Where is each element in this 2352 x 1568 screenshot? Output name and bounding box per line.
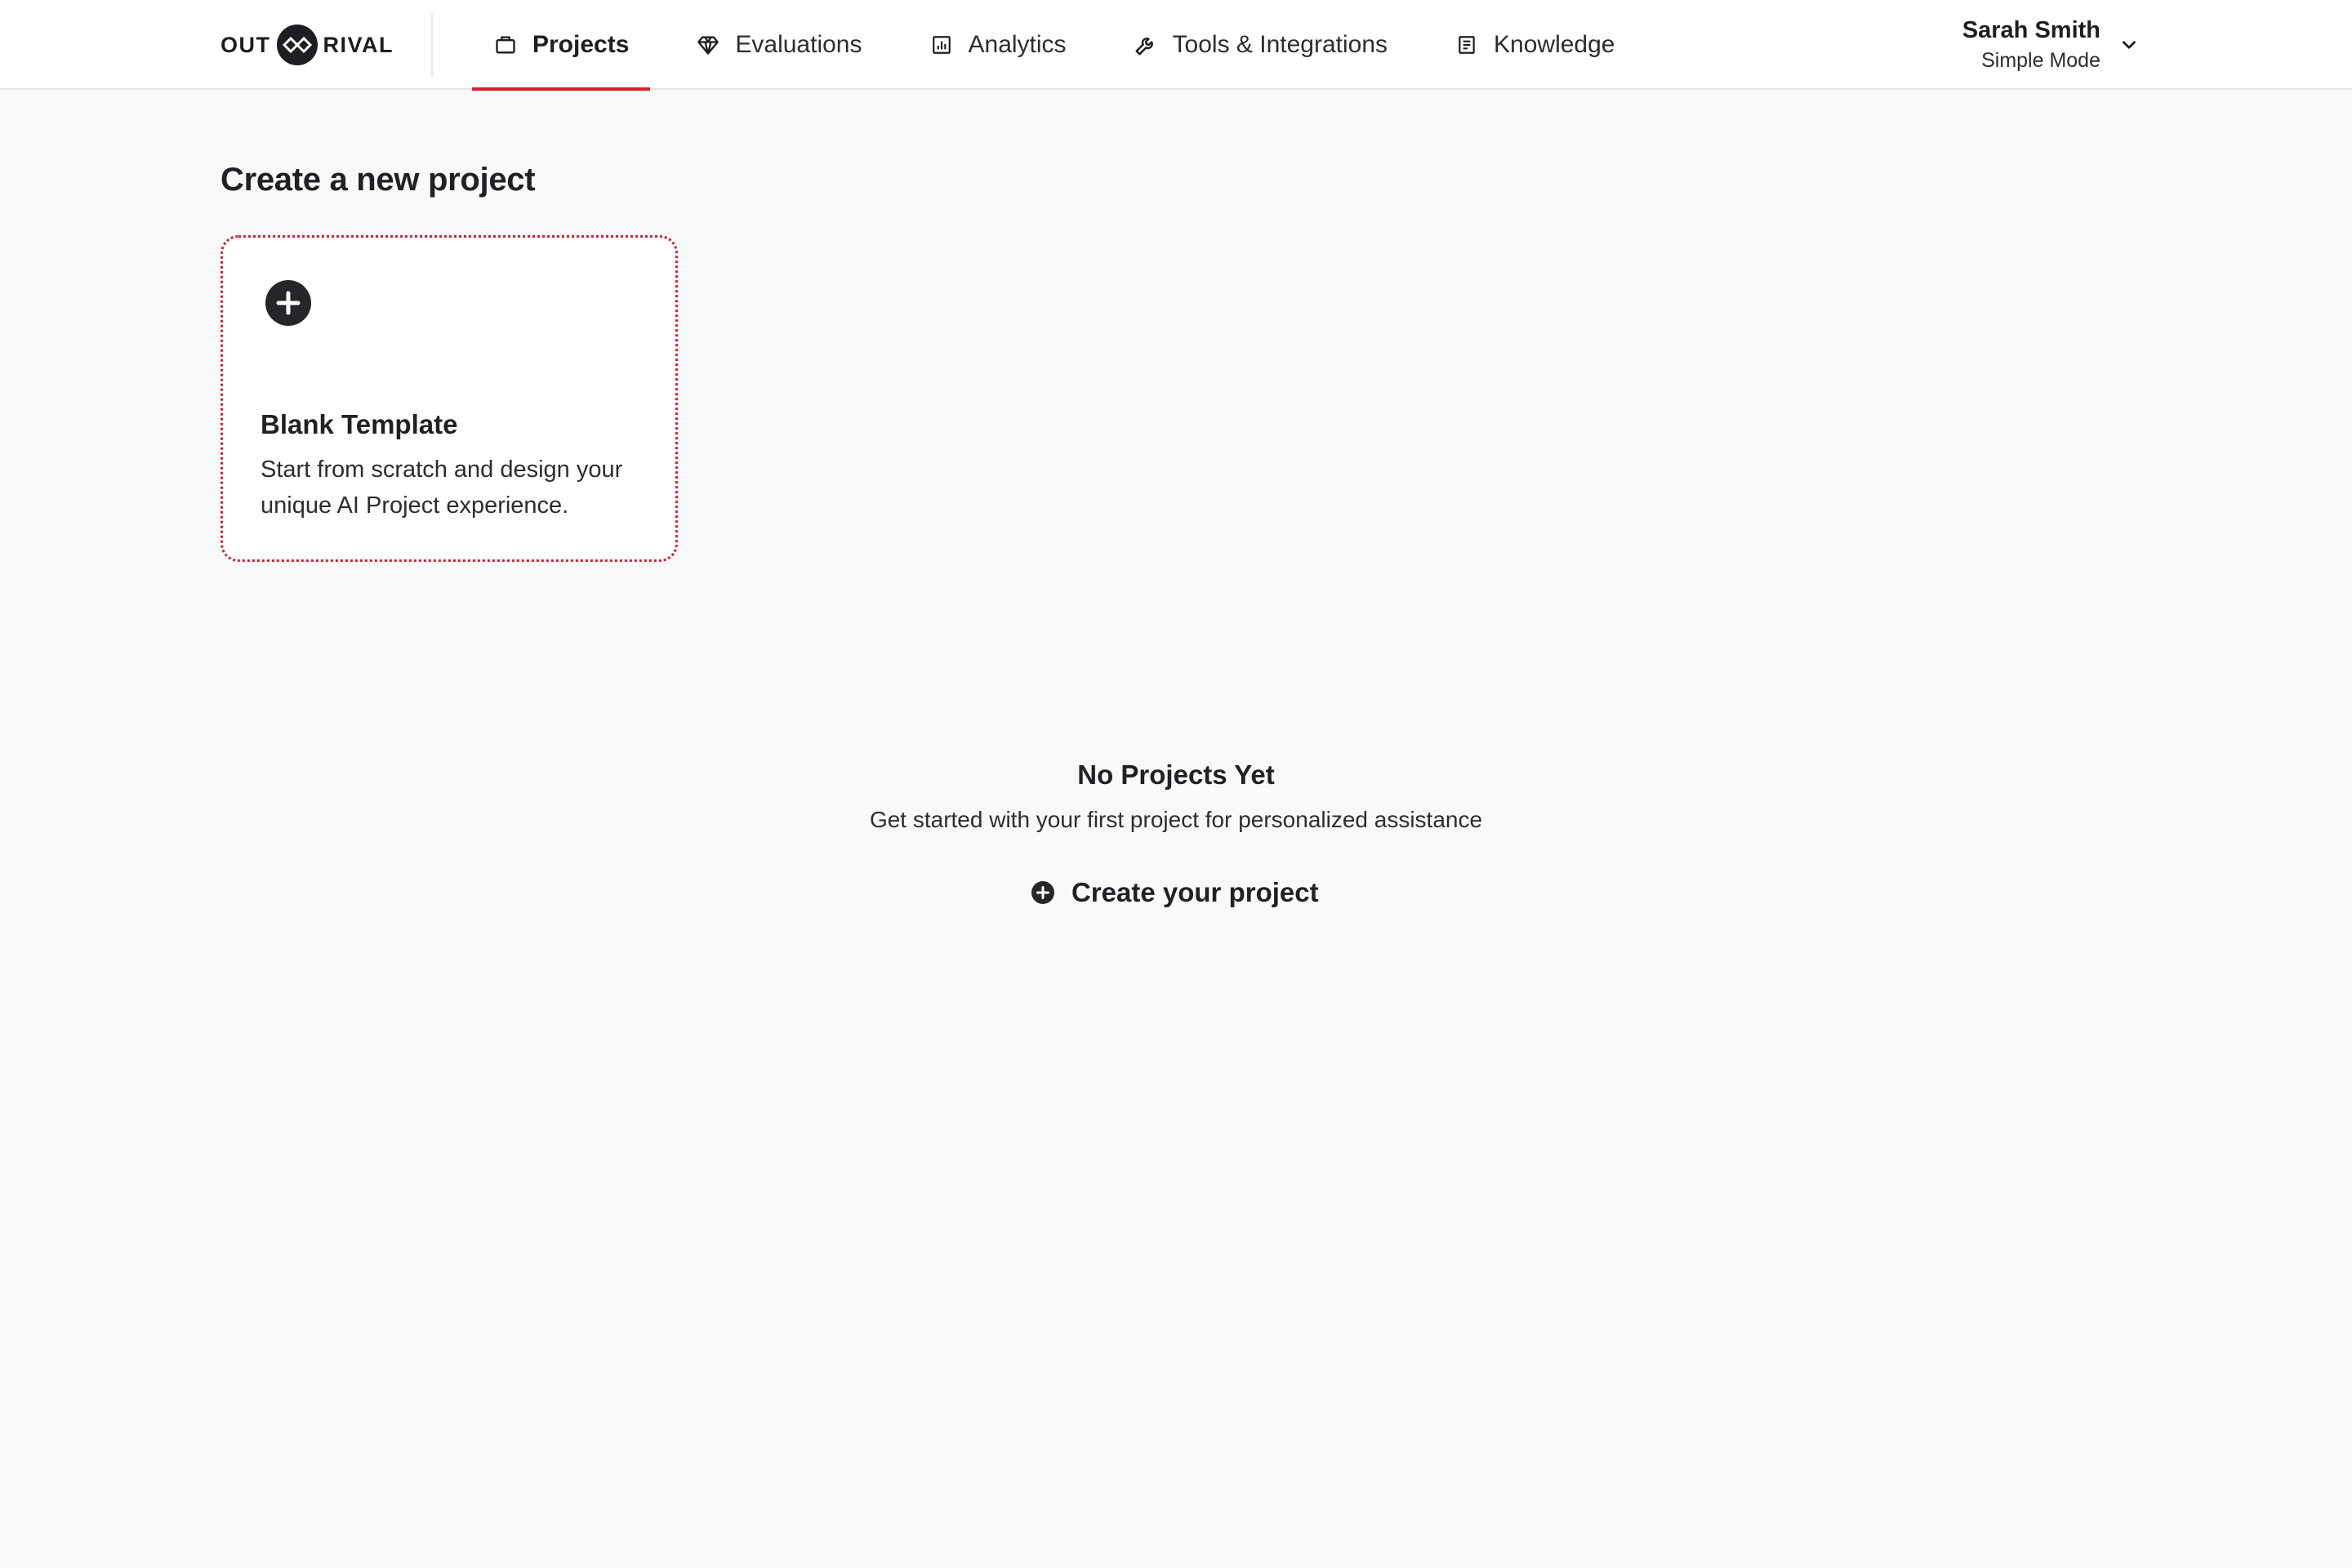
user-mode: Simple Mode: [1981, 49, 2100, 72]
tab-evaluations[interactable]: Evaluations: [675, 0, 883, 90]
chevron-down-icon[interactable]: [2118, 34, 2140, 56]
bar-chart-icon: [929, 33, 954, 57]
tab-analytics-label: Analytics: [968, 31, 1067, 58]
section-title: Create a new project: [220, 162, 536, 198]
tab-analytics[interactable]: Analytics: [908, 0, 1088, 90]
wrench-icon: [1134, 33, 1158, 57]
logo-mark-icon: [276, 24, 318, 65]
header-divider: [431, 13, 433, 77]
document-icon: [1454, 33, 1479, 57]
blank-template-title: Blank Template: [261, 409, 458, 439]
briefcase-icon: [493, 33, 518, 57]
logo-text-left: OUT: [220, 32, 271, 57]
tab-knowledge-label: Knowledge: [1494, 31, 1615, 58]
user-name: Sarah Smith: [1962, 17, 2100, 43]
tab-tools-integrations-label: Tools & Integrations: [1172, 31, 1388, 58]
diamond-icon: [696, 33, 720, 57]
create-project-button[interactable]: Create your project: [1031, 872, 1319, 913]
tab-projects[interactable]: Projects: [472, 0, 651, 91]
main-nav: Projects Evaluations Analytics Tools & I…: [472, 0, 1660, 91]
blank-template-description: Start from scratch and design your uniqu…: [261, 457, 623, 519]
tab-tools-integrations[interactable]: Tools & Integrations: [1112, 0, 1409, 90]
plus-circle-icon: [1031, 881, 1054, 904]
create-project-label: Create your project: [1071, 877, 1319, 907]
blank-template-card[interactable]: Blank Template Start from scratch and de…: [220, 235, 678, 562]
empty-state-subtitle: Get started with your first project for …: [869, 807, 1483, 832]
user-info: Sarah Smith Simple Mode: [1962, 15, 2100, 75]
tab-projects-label: Projects: [532, 31, 630, 58]
plus-circle-icon: [265, 280, 311, 326]
logo-text-right: RIVAL: [323, 32, 394, 57]
outrival-logo[interactable]: OUT RIVAL: [220, 24, 394, 66]
tab-evaluations-label: Evaluations: [735, 31, 862, 58]
top-navigation-bar: OUT RIVAL Projects Evaluations Analytics: [0, 0, 2352, 91]
tab-knowledge[interactable]: Knowledge: [1433, 0, 1636, 90]
empty-state-title: No Projects Yet: [1077, 760, 1275, 790]
user-menu[interactable]: Sarah Smith Simple Mode: [1962, 13, 2140, 77]
